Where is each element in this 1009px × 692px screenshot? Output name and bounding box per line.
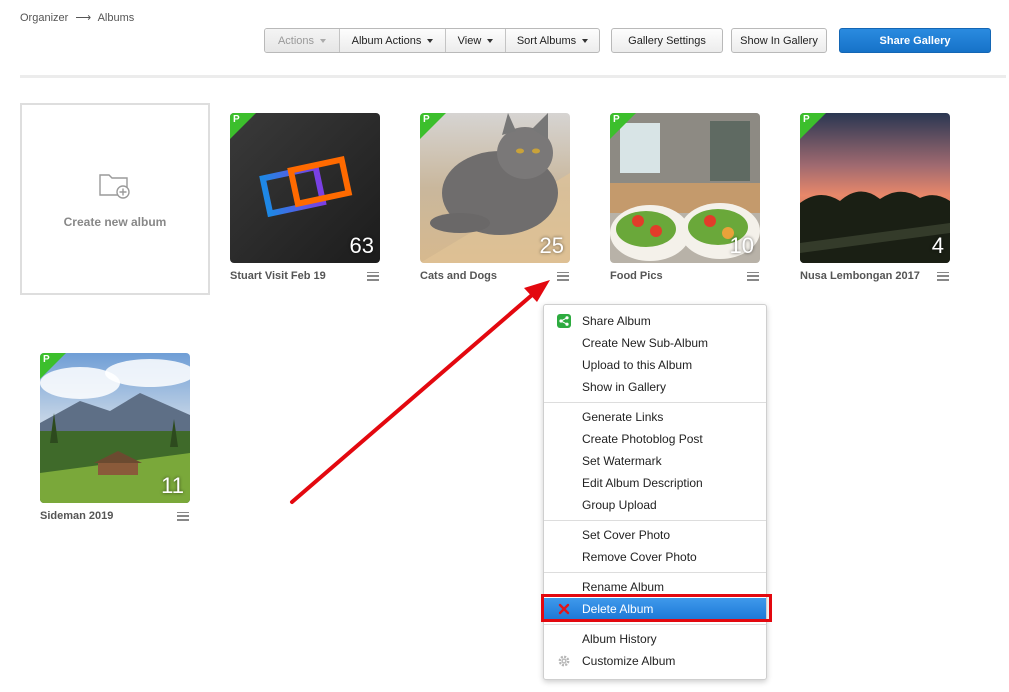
chevron-down-icon: [487, 38, 494, 43]
public-badge-label: P: [803, 114, 810, 125]
menu-item-set-watermark[interactable]: Set Watermark: [544, 450, 766, 472]
chevron-down-icon: [582, 38, 589, 43]
share-gallery-button[interactable]: Share Gallery: [839, 28, 991, 53]
breadcrumb: Organizer ⟶ Albums: [20, 11, 138, 24]
album-name[interactable]: Stuart Visit Feb 19: [230, 270, 326, 282]
album-actions-dropdown[interactable]: Album Actions: [340, 29, 446, 52]
album-card[interactable]: P 63 Stuart Visit Feb 19: [230, 113, 380, 282]
chevron-down-icon: [320, 38, 327, 43]
gallery-settings-label: Gallery Settings: [628, 34, 706, 47]
menu-item-label: Customize Album: [582, 654, 676, 668]
share-icon: [557, 314, 571, 328]
gallery-settings-button[interactable]: Gallery Settings: [611, 28, 723, 53]
photo-count: 4: [931, 233, 944, 258]
album-name[interactable]: Food Pics: [610, 270, 663, 282]
menu-item-customize-album[interactable]: Customize Album: [544, 650, 766, 672]
breadcrumb-current: Albums: [97, 12, 135, 24]
show-in-gallery-button[interactable]: Show In Gallery: [731, 28, 827, 53]
public-badge-label: P: [613, 114, 620, 125]
menu-item-label: Create New Sub-Album: [582, 336, 709, 350]
menu-item-label: Upload to this Album: [582, 358, 693, 372]
album-name[interactable]: Sideman 2019: [40, 510, 113, 522]
menu-item-label: Create Photoblog Post: [582, 432, 703, 446]
menu-item-edit-description[interactable]: Edit Album Description: [544, 472, 766, 494]
menu-item-label: Set Cover Photo: [582, 528, 671, 542]
photo-count: 63: [349, 233, 374, 258]
menu-item-create-sub-album[interactable]: Create New Sub-Album: [544, 332, 766, 354]
album-card[interactable]: P 10 Food Pics: [610, 113, 760, 282]
menu-item-label: Share Album: [582, 314, 651, 328]
public-badge-label: P: [43, 354, 50, 365]
album-context-menu: Share Album Create New Sub-Album Upload …: [543, 304, 767, 680]
menu-separator: [544, 572, 766, 573]
actions-dropdown[interactable]: Actions: [265, 29, 340, 52]
album-menu-icon[interactable]: [937, 271, 949, 281]
album-name[interactable]: Cats and Dogs: [420, 270, 497, 282]
album-menu-icon[interactable]: [747, 271, 759, 281]
album-thumbnail[interactable]: P 4: [800, 113, 950, 263]
menu-item-label: Remove Cover Photo: [582, 550, 697, 564]
photo-count: 11: [161, 473, 184, 498]
photo-count: 10: [729, 233, 754, 258]
menu-item-label: Album History: [582, 632, 657, 646]
menu-item-upload[interactable]: Upload to this Album: [544, 354, 766, 376]
album-thumbnail[interactable]: P 63: [230, 113, 380, 263]
menu-item-show-in-gallery[interactable]: Show in Gallery: [544, 376, 766, 398]
sort-albums-label: Sort Albums: [516, 34, 577, 47]
menu-item-label: Set Watermark: [582, 454, 662, 468]
view-dropdown[interactable]: View: [446, 29, 506, 52]
annotation-highlight-box: [541, 594, 772, 622]
menu-item-album-history[interactable]: Album History: [544, 628, 766, 650]
add-folder-icon: [99, 174, 130, 199]
menu-separator: [544, 520, 766, 521]
album-menu-icon[interactable]: [557, 271, 569, 281]
album-card[interactable]: P 25 Cats and Dogs: [420, 113, 570, 282]
menu-item-share-album[interactable]: Share Album: [544, 310, 766, 332]
menu-item-create-photoblog-post[interactable]: Create Photoblog Post: [544, 428, 766, 450]
album-actions-label: Album Actions: [351, 34, 422, 47]
menu-item-label: Generate Links: [582, 410, 664, 424]
gear-icon: [558, 655, 570, 667]
header-divider: [20, 75, 1006, 78]
photo-count: 25: [539, 233, 564, 258]
chevron-down-icon: [427, 38, 434, 43]
public-badge-label: P: [233, 114, 240, 125]
album-menu-icon[interactable]: [367, 271, 379, 281]
menu-item-label: Edit Album Description: [582, 476, 703, 490]
menu-item-label: Group Upload: [582, 498, 657, 512]
menu-separator: [544, 624, 766, 625]
menu-item-remove-cover-photo[interactable]: Remove Cover Photo: [544, 546, 766, 568]
create-new-album-label: Create new album: [63, 215, 167, 229]
album-card[interactable]: P 11 Sideman 2019: [40, 353, 190, 522]
menu-item-group-upload[interactable]: Group Upload: [544, 494, 766, 516]
sort-albums-dropdown[interactable]: Sort Albums: [506, 29, 599, 52]
actions-label: Actions: [277, 34, 315, 47]
album-menu-icon[interactable]: [177, 511, 189, 521]
album-thumbnail[interactable]: P 11: [40, 353, 190, 503]
public-badge-label: P: [423, 114, 430, 125]
album-thumbnail[interactable]: P 25: [420, 113, 570, 263]
album-name[interactable]: Nusa Lembongan 2017: [800, 270, 920, 282]
create-new-album-card[interactable]: Create new album: [20, 103, 210, 295]
menu-separator: [544, 402, 766, 403]
view-label: View: [457, 34, 482, 47]
show-in-gallery-label: Show In Gallery: [740, 34, 818, 47]
share-gallery-label: Share Gallery: [879, 34, 951, 47]
menu-item-label: Rename Album: [582, 580, 665, 594]
album-card[interactable]: P 4 Nusa Lembongan 2017: [800, 113, 950, 282]
menu-item-set-cover-photo[interactable]: Set Cover Photo: [544, 524, 766, 546]
album-thumbnail[interactable]: P 10: [610, 113, 760, 263]
menu-item-label: Show in Gallery: [582, 380, 667, 394]
breadcrumb-organizer-link[interactable]: Organizer: [20, 12, 68, 24]
breadcrumb-separator: ⟶: [75, 12, 92, 24]
menu-item-generate-links[interactable]: Generate Links: [544, 406, 766, 428]
toolbar-button-group: Actions Album Actions View Sort Albums: [264, 28, 600, 53]
